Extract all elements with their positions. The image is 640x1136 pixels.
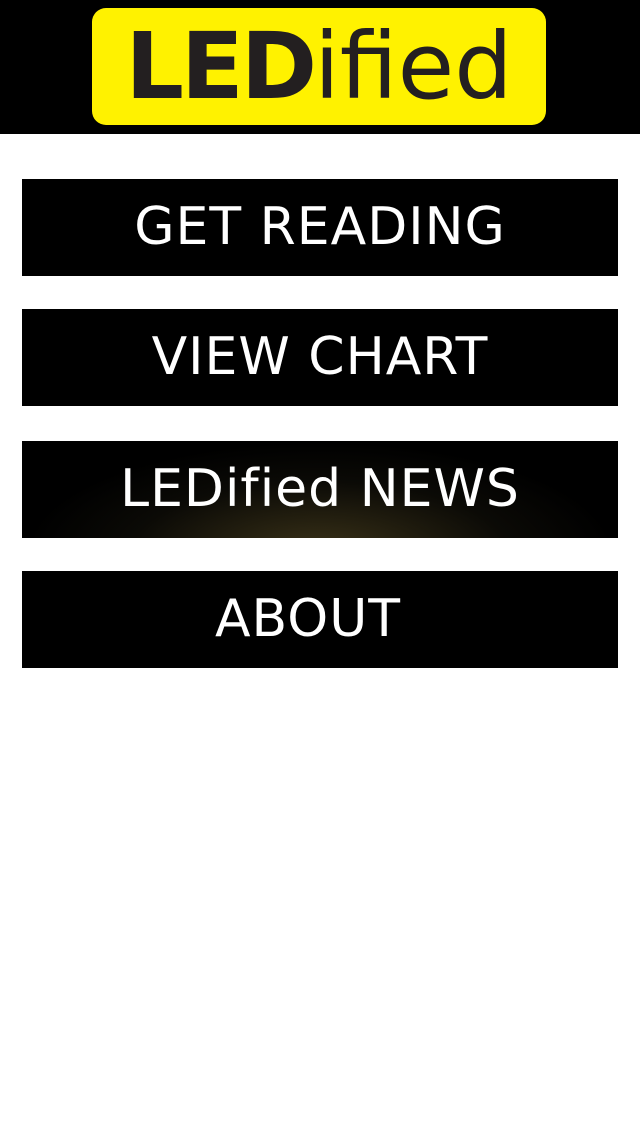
ledified-logo: LEDified xyxy=(92,8,546,125)
ledified-news-label: LEDified NEWS xyxy=(120,459,520,519)
view-chart-button[interactable]: VIEW CHART xyxy=(22,309,618,406)
logo-bold-text: LED xyxy=(125,13,317,120)
view-chart-label: VIEW CHART xyxy=(151,327,489,387)
logo-light-text: ified xyxy=(314,13,513,120)
app-header: LEDified xyxy=(0,0,640,134)
get-reading-label: GET READING xyxy=(134,197,506,257)
app-screen: LEDified GET READING VIEW CHART LEDified… xyxy=(0,0,640,1136)
about-label: ABOUT xyxy=(214,589,402,649)
about-button[interactable]: ABOUT xyxy=(22,571,618,668)
logo-wordmark: LEDified xyxy=(92,8,546,125)
get-reading-button[interactable]: GET READING xyxy=(22,179,618,276)
ledified-news-button[interactable]: LEDified NEWS xyxy=(22,441,618,538)
